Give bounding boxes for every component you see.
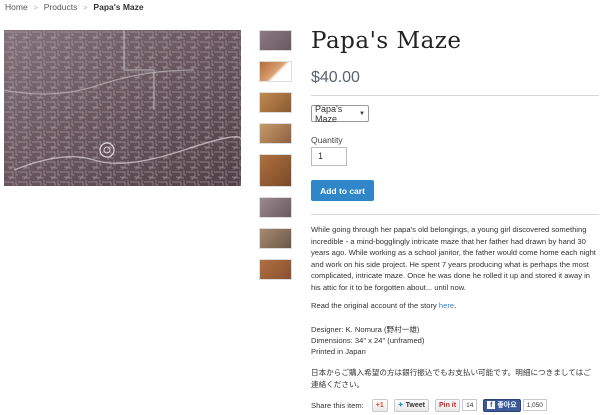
variant-select[interactable]: Papa's Maze ▼ <box>311 103 369 124</box>
fb-like-count: 1,050 <box>522 399 547 411</box>
tweet-button[interactable]: ✦ Tweet <box>393 398 429 412</box>
japanese-note: 日本からご購入希望の方は銀行振込でもお支払い可能です。明細につきましてはご連絡く… <box>311 368 591 389</box>
variant-select-value: Papa's Maze <box>315 103 343 124</box>
thumbnail-6[interactable] <box>259 197 292 218</box>
quantity-input[interactable]: 1 <box>311 147 347 166</box>
divider <box>311 95 599 96</box>
breadcrumb: Home > Products > Papa's Maze <box>5 2 144 12</box>
breadcrumb-home[interactable]: Home <box>5 2 28 12</box>
breadcrumb-products[interactable]: Products <box>44 2 78 12</box>
f-icon: f <box>487 401 496 409</box>
facebook-like-button[interactable]: f 좋아요 <box>483 398 521 412</box>
designer-line: Designer: K. Nomura (野村一雄) <box>311 325 420 334</box>
thumbnail-3[interactable] <box>259 92 292 113</box>
tweet-label: Tweet <box>405 401 425 409</box>
story-prefix: Read the original account of the story <box>311 301 439 310</box>
thumbnail-7[interactable] <box>259 228 292 249</box>
dimensions-line: Dimensions: 34" x 24" (unframed) <box>311 336 425 345</box>
thumbnail-list <box>259 30 292 290</box>
thumbnail-5[interactable] <box>259 154 292 187</box>
printed-line: Printed in Japan <box>311 347 366 356</box>
quantity-label: Quantity <box>311 135 343 145</box>
description-paragraph: While going through her papa's old belon… <box>311 225 596 292</box>
story-link[interactable]: here <box>439 301 454 310</box>
bird-icon: ✦ <box>397 402 404 409</box>
thumbnail-1[interactable] <box>259 30 292 51</box>
breadcrumb-current: Papa's Maze <box>93 2 144 12</box>
thumbnail-4[interactable] <box>259 123 292 144</box>
chevron-down-icon: ▼ <box>359 110 365 117</box>
story-suffix: . <box>454 301 457 310</box>
gplus-label: +1 <box>375 401 384 409</box>
main-product-image[interactable] <box>4 30 241 186</box>
pin-label: Pin it <box>438 401 457 409</box>
pin-it-button[interactable]: Pin it <box>434 398 461 412</box>
product-title: Papa's Maze <box>311 28 462 54</box>
share-bar: Share this item: +1 ✦ Tweet Pin it 14 f 좋아… <box>311 398 553 412</box>
story-line: Read the original account of the story h… <box>311 300 598 312</box>
add-to-cart-button[interactable]: Add to cart <box>311 180 374 201</box>
thumbnail-2[interactable] <box>259 61 292 82</box>
google-plus-button[interactable]: +1 <box>371 398 388 412</box>
pin-count: 14 <box>462 399 478 411</box>
breadcrumb-separator: > <box>33 5 38 12</box>
breadcrumb-separator: > <box>83 5 88 12</box>
fb-like-label: 좋아요 <box>497 402 517 409</box>
thumbnail-8[interactable] <box>259 259 292 280</box>
divider <box>311 214 599 215</box>
share-label: Share this item: <box>311 400 364 410</box>
product-price: $40.00 <box>311 69 360 86</box>
